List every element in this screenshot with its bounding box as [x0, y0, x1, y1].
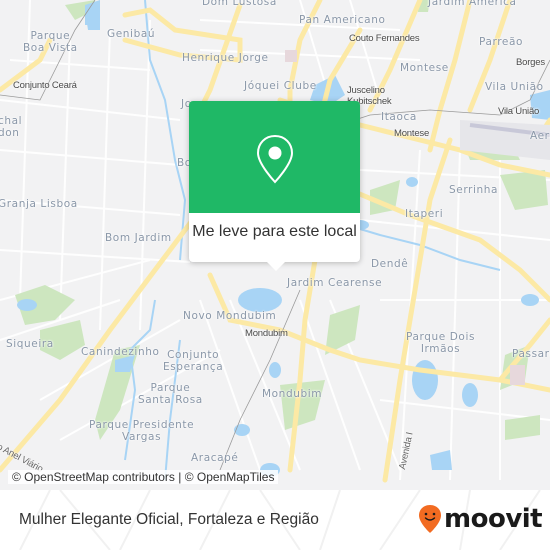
map-label-conjunto-esperanca: Conjunto Esperança — [163, 349, 224, 373]
map-label-dende: Dendê — [371, 258, 409, 270]
map-label-passare: Passare — [512, 348, 550, 360]
moovit-logo[interactable]: moovit — [418, 504, 543, 534]
popup-tail — [267, 262, 285, 271]
map-label-jardim-cearense: Jardim Cearense — [287, 277, 383, 289]
station-label-vila-uniao: Vila União — [498, 106, 540, 117]
map-label-pan-americano: Pan Americano — [299, 14, 386, 26]
map-view[interactable]: Dom Lustosa Jardim América Parque Boa Vi… — [0, 0, 550, 490]
map-label-marechal-rondon: chal don — [0, 115, 23, 139]
moovit-wordmark: moovit — [444, 504, 543, 534]
popup-label[interactable]: Me leve para este local — [189, 213, 360, 243]
map-label-novo-mondubim: Novo Mondubim — [183, 310, 277, 322]
map-label-mondubim: Mondubim — [262, 388, 323, 400]
map-label-bom-jardim: Bom Jardim — [105, 232, 172, 244]
map-label-itaoca: Itaoca — [381, 111, 417, 123]
map-label-itaperi: Itaperi — [405, 208, 444, 220]
footer: Mulher Elegante Oficial, Fortaleza e Reg… — [0, 490, 550, 550]
map-label-parque-presidente-vargas: Parque Presidente Vargas — [89, 419, 195, 443]
station-label-couto-fernandes: Couto Fernandes — [349, 33, 420, 44]
map-label-genibau: Genibaú — [107, 28, 156, 40]
map-label-aracape: Aracapé — [191, 452, 239, 464]
station-label-mondubim: Mondubim — [245, 328, 288, 339]
place-title: Mulher Elegante Oficial, Fortaleza e Reg… — [19, 511, 319, 528]
map-label-aeroporto: Aero — [530, 130, 550, 142]
map-label-joquei-clube: Jóquei Clube — [244, 80, 317, 92]
map-label-parque-dois-irmaos: Parque Dois Irmãos — [406, 331, 476, 355]
moovit-pin-icon — [419, 505, 441, 533]
station-label-conjunto-ceara: Conjunto Ceará — [13, 80, 77, 91]
map-label-dom-lustosa: Dom Lustosa — [202, 0, 277, 8]
popup-header[interactable] — [189, 101, 360, 213]
map-label-canindezinho: Canindezinho — [81, 346, 160, 358]
map-label-montese: Montese — [400, 62, 449, 74]
location-pin-icon — [256, 134, 294, 184]
map-attribution[interactable]: © OpenStreetMap contributors | © OpenMap… — [8, 470, 279, 484]
map-label-serrinha: Serrinha — [449, 184, 499, 196]
map-label-parque-boa-vista: Parque Boa Vista — [23, 30, 78, 54]
map-label-granja-lisboa: Granja Lisboa — [0, 198, 78, 210]
map-label-vila-uniao: Vila União — [485, 81, 544, 93]
map-label-parque-santa-rosa: Parque Santa Rosa — [138, 382, 203, 406]
map-label-parreao: Parreão — [479, 36, 524, 48]
station-label-montese: Montese — [394, 128, 430, 139]
map-label-jardim-america: Jardim América — [428, 0, 517, 8]
directions-popup[interactable]: Me leve para este local — [189, 101, 360, 271]
map-label-siqueira: Siqueira — [6, 338, 54, 350]
station-label-borges: Borges — [516, 57, 545, 68]
map-label-henrique-jorge: Henrique Jorge — [182, 52, 269, 64]
